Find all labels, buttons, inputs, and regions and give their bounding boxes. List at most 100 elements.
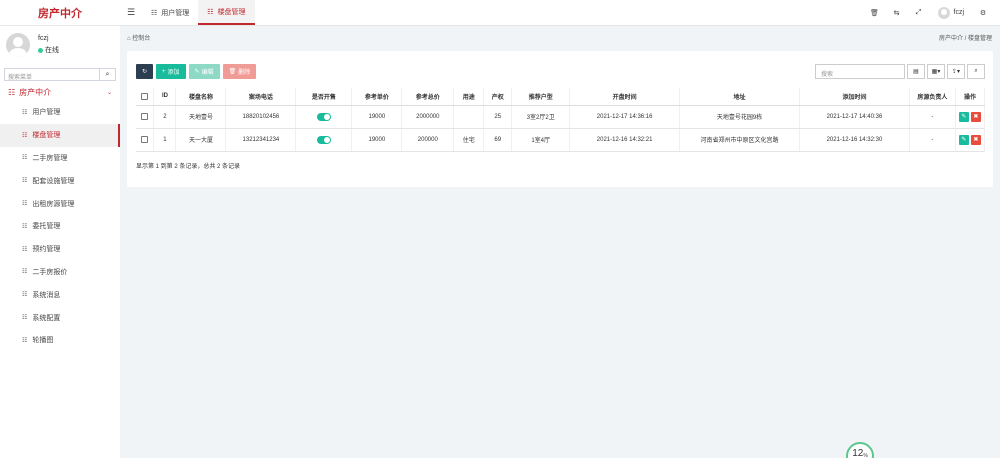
row-checkbox[interactable] [141, 112, 149, 120]
columns-button[interactable]: ▦▾ [927, 64, 945, 79]
content-card: ↻ + 添加 ✎ 编辑 🗑 删除 搜索 ▤ ▦▾ ⇪▾ ⌕ ID 楼盘名称 案场电话 … [127, 51, 993, 187]
sidebar-search: 搜索菜单 ⌕ [4, 68, 116, 81]
list-icon: ☷ [22, 337, 28, 344]
table-row[interactable]: 2 天地壹号 18820102456 19000 2000000 25 3室2厅… [136, 105, 986, 129]
breadcrumb-path: 房产中介 / 楼盘管理 [939, 33, 992, 42]
pencil-icon: ✎ [194, 69, 200, 75]
row-delete-button[interactable]: ✖ [970, 111, 981, 122]
list-icon: ☷ [22, 201, 28, 208]
col-header[interactable]: 案场电话 [225, 88, 297, 106]
col-header[interactable]: 楼盘名称 [175, 88, 227, 106]
delete-button[interactable]: 🗑 删除 [222, 64, 257, 79]
row-edit-button[interactable]: ✎ [958, 111, 969, 122]
cell-id: 1 [153, 128, 177, 152]
fullscreen-icon[interactable]: ⤢ [908, 9, 930, 17]
sidebar-item-label: 楼盘管理 [32, 132, 61, 140]
sidebar-item-users[interactable]: ☷ 用户管理 [0, 101, 120, 124]
language-icon[interactable]: ⇆ [886, 9, 908, 17]
col-header[interactable]: 地址 [679, 88, 800, 106]
col-header[interactable]: 房源负责人 [909, 88, 956, 106]
sidebar-item-label: 二手房管理 [32, 154, 68, 162]
sidebar-item-carousel[interactable]: ☷ 轮播图 [0, 329, 120, 352]
breadcrumb-item[interactable]: 房产中介 [939, 36, 963, 42]
sidebar: fczj 在线 搜索菜单 ⌕ ☷ 房产中介 ⌄ ☷ 用户管理 ☷ 楼盘管理 ☷ 二手房… [0, 26, 120, 458]
cell-unit-price: 19000 [351, 105, 403, 129]
sidebar-search-input[interactable]: 搜索菜单 [5, 69, 99, 81]
sidebar-section-header[interactable]: ☷ 房产中介 ⌄ [0, 83, 120, 101]
export-button[interactable]: ⇪▾ [947, 64, 965, 79]
sidebar-item-second-hand[interactable]: ☷ 二手房管理 [0, 147, 120, 170]
sidebar-item-properties[interactable]: ☷ 楼盘管理 [0, 123, 120, 147]
sidebar-item-facilities[interactable]: ☷ 配套设施管理 [0, 169, 120, 192]
cell-on-sale [295, 128, 353, 152]
sidebar-item-quotes[interactable]: ☷ 二手房报价 [0, 261, 120, 284]
online-dot-icon [38, 47, 43, 53]
tab-property-management[interactable]: ☷ 楼盘管理 [198, 0, 255, 25]
sidebar-item-label: 配套设施管理 [32, 177, 75, 185]
row-checkbox[interactable] [141, 135, 149, 143]
col-header[interactable]: 开盘时间 [569, 88, 681, 106]
chevron-down-icon: ⌄ [106, 89, 112, 96]
select-all-checkbox[interactable] [141, 92, 149, 100]
list-icon: ☷ [151, 9, 158, 17]
dashboard-icon: ⌂ [127, 36, 131, 42]
col-header[interactable]: 是否开售 [295, 88, 353, 106]
app-logo[interactable]: 房产中介 [0, 0, 120, 26]
user-menu[interactable]: fczj [930, 6, 973, 19]
col-header[interactable]: 参考单价 [351, 88, 403, 106]
col-header[interactable]: ID [153, 88, 177, 106]
col-header[interactable]: 参考总价 [401, 88, 455, 106]
search-icon[interactable]: ⌕ [99, 69, 115, 80]
edit-button[interactable]: ✎ 编辑 [188, 64, 220, 79]
col-header[interactable]: 产权 [483, 88, 513, 106]
cell-address: 河南省郑州市中原区文化宫路 [679, 128, 800, 152]
breadcrumb-item: 楼盘管理 [967, 36, 992, 42]
advanced-search-button[interactable]: ⌕ [967, 64, 985, 79]
toggle-view-button[interactable]: ▤ [907, 64, 925, 79]
on-sale-toggle[interactable] [316, 112, 331, 121]
list-icon: ☷ [22, 109, 28, 116]
tab-label: 楼盘管理 [217, 8, 246, 16]
cell-open-time: 2021-12-16 14:32:21 [569, 128, 681, 152]
list-icon: ☷ [207, 8, 214, 16]
sidebar-item-config[interactable]: ☷ 系统配置 [0, 306, 120, 329]
cell-open-time: 2021-12-17 14:36:16 [569, 105, 681, 129]
breadcrumb: ⌂ 控制台 [127, 33, 150, 42]
row-delete-button[interactable]: ✖ [970, 134, 981, 145]
on-sale-toggle[interactable] [316, 135, 331, 144]
list-icon: ☷ [22, 132, 28, 139]
online-status: 在线 [38, 45, 59, 55]
refresh-button[interactable]: ↻ [136, 64, 153, 79]
add-button[interactable]: + 添加 [156, 64, 186, 79]
sidebar-item-label: 出租房源管理 [32, 200, 75, 208]
tab-user-management[interactable]: ☷ 用户管理 [142, 0, 198, 25]
edit-button-label: 编辑 [201, 70, 214, 76]
sidebar-item-appointments[interactable]: ☷ 预约管理 [0, 238, 120, 261]
sidebar-item-commissions[interactable]: ☷ 委托管理 [0, 215, 120, 238]
cell-agent: - [909, 128, 956, 152]
sidebar-item-label: 系统配置 [32, 314, 61, 322]
breadcrumb-home[interactable]: 控制台 [132, 36, 150, 42]
cell-actions: ✎ ✖ [955, 105, 986, 129]
export-icon: ⇪▾ [951, 69, 961, 75]
settings-icon[interactable]: ⚙ [972, 9, 994, 17]
breadcrumb-separator: / [964, 36, 967, 42]
list-icon: ▤ [913, 69, 919, 75]
row-edit-button[interactable]: ✎ [958, 134, 969, 145]
sidebar-item-rentals[interactable]: ☷ 出租房源管理 [0, 192, 120, 215]
sidebar-item-messages[interactable]: ☷ 系统消息 [0, 283, 120, 306]
table-search-input[interactable]: 搜索 [815, 64, 905, 79]
col-header[interactable]: 推荐户型 [511, 88, 571, 106]
table-row[interactable]: 1 天一大厦 13212341234 19000 200000 住宅 69 1室… [136, 128, 986, 152]
trash-icon[interactable]: 🗑 [864, 9, 886, 17]
menu-toggle-icon[interactable]: ☰ [120, 0, 142, 25]
cell-layout: 3室2厅2卫 [511, 105, 571, 129]
list-icon: ☷ [22, 155, 28, 162]
cell-property: 25 [483, 105, 513, 129]
cell-add-time: 2021-12-17 14:40:36 [799, 105, 910, 129]
cell-address: 天地壹号花园9栋 [679, 105, 800, 129]
pagination-summary: 显示第 1 到第 2 条记录，总共 2 条记录 [136, 164, 241, 170]
col-header[interactable]: 用途 [453, 88, 485, 106]
cell-property: 69 [483, 128, 513, 152]
col-header[interactable]: 添加时间 [799, 88, 910, 106]
